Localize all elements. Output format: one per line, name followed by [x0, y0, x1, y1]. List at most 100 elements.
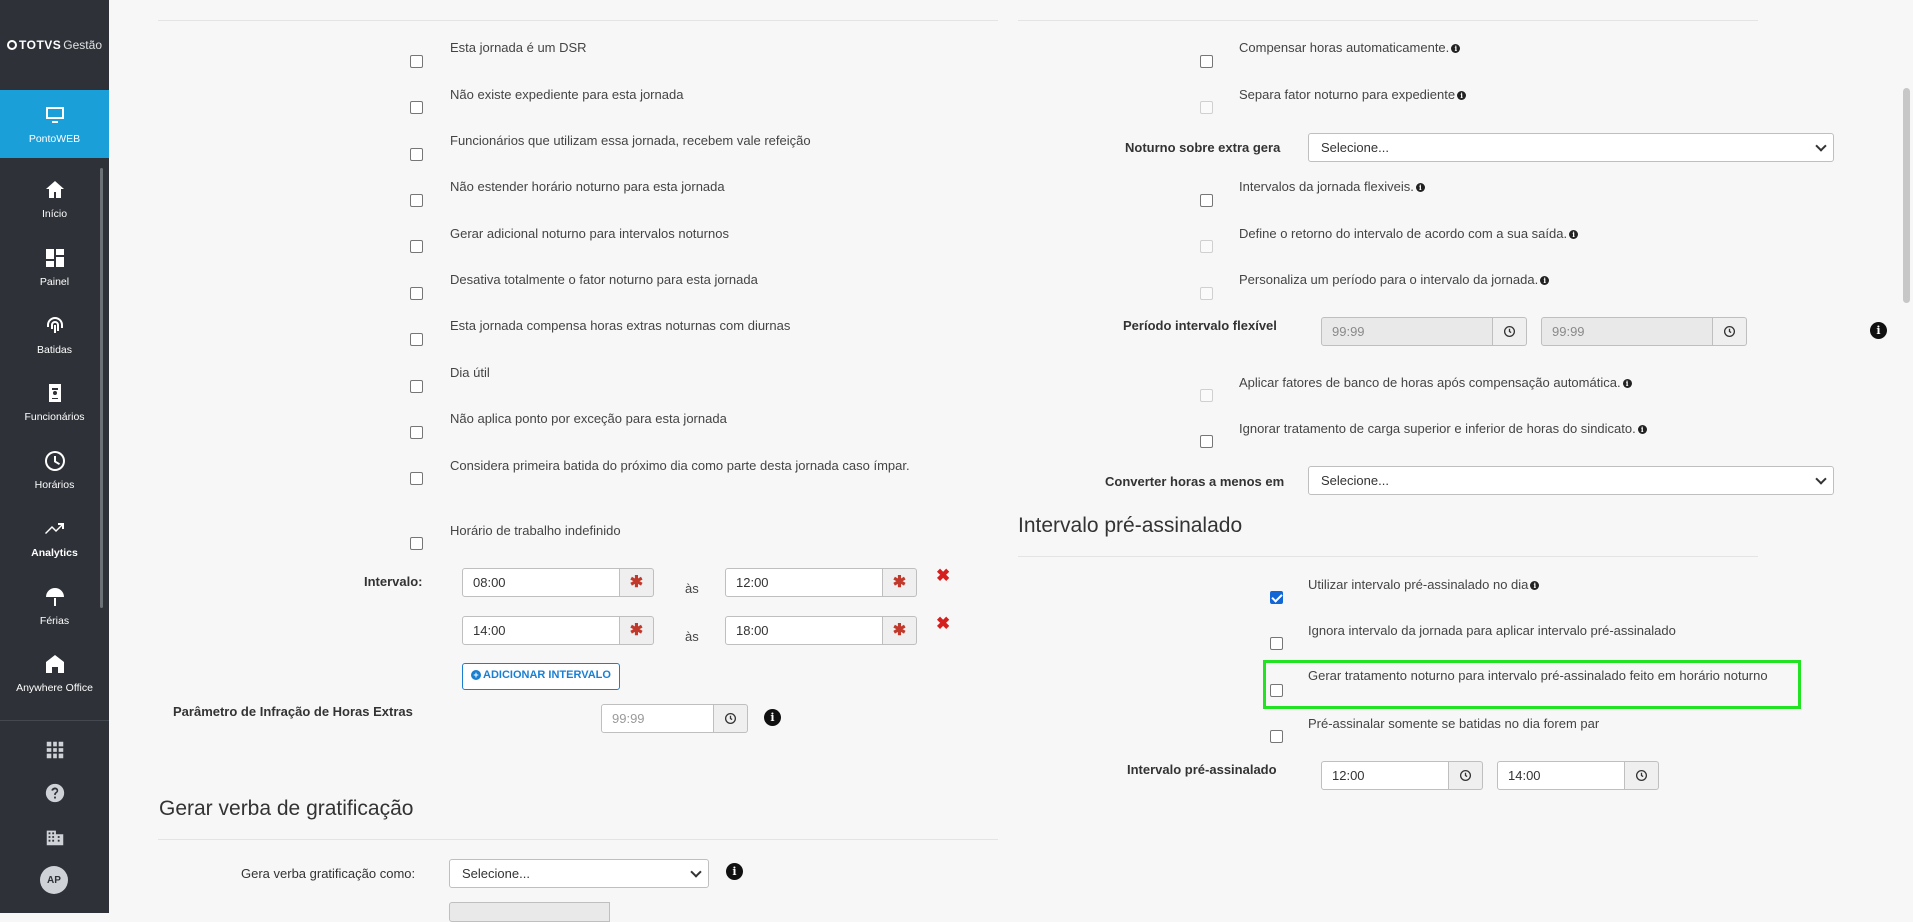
divider — [158, 20, 998, 21]
info-icon[interactable]: i — [1622, 379, 1632, 388]
checkbox-ponto-excecao[interactable] — [410, 426, 423, 439]
nav-batidas[interactable]: Batidas — [0, 314, 109, 356]
info-icon[interactable]: i — [764, 709, 781, 726]
clock-addon[interactable] — [1625, 761, 1659, 790]
label-intervalos-flexiveis: Intervalos da jornada flexiveis. i — [1239, 179, 1425, 194]
checkbox-ignora-intervalo[interactable] — [1270, 637, 1283, 650]
checkbox-gerar-tratamento-noturno[interactable] — [1270, 684, 1283, 697]
info-icon[interactable]: i — [1530, 581, 1540, 590]
label-compensa-extras: Esta jornada compensa horas extras notur… — [450, 318, 791, 333]
delete-interval-icon[interactable]: ✖ — [936, 566, 950, 586]
main-content: Esta jornada é um DSR Não existe expedie… — [109, 0, 1913, 922]
checkbox-horario-indefinido[interactable] — [410, 537, 423, 550]
clock-addon[interactable] — [714, 704, 748, 733]
label-gerar-tratamento-noturno: Gerar tratamento noturno para intervalo … — [1308, 668, 1768, 683]
nav-label: Início — [41, 208, 68, 220]
checkbox-ignorar-carga[interactable] — [1200, 435, 1213, 448]
gera-verba-select[interactable]: Selecione... — [449, 859, 709, 888]
clock-addon[interactable] — [1449, 761, 1483, 790]
checkbox-separa-fator[interactable] — [1200, 101, 1213, 114]
logo-ring-icon — [7, 40, 17, 50]
page-scrollbar[interactable] — [1903, 88, 1910, 303]
checkbox-intervalos-flexiveis[interactable] — [1200, 194, 1213, 207]
converter-select[interactable]: Selecione... — [1308, 466, 1834, 495]
label-vale-refeicao: Funcionários que utilizam essa jornada, … — [450, 133, 811, 148]
checkbox-compensar-horas[interactable] — [1200, 55, 1213, 68]
nav-horarios[interactable]: Horários — [0, 449, 109, 491]
intervalo-pre-start-input[interactable]: 12:00 — [1321, 761, 1449, 790]
label-sem-expediente: Não existe expediente para esta jornada — [450, 87, 684, 102]
sidebar: TOTVS Gestão PontoWEB Início Painel Bati… — [0, 0, 109, 913]
label-dia-util: Dia útil — [450, 365, 490, 380]
noturno-extra-select[interactable]: Selecione... — [1308, 133, 1834, 162]
clock-icon — [1723, 325, 1736, 338]
clock-icon — [724, 712, 737, 725]
checkbox-aplicar-fatores[interactable] — [1200, 389, 1213, 402]
user-avatar[interactable]: AP — [40, 866, 68, 894]
nav-inicio[interactable]: Início — [0, 178, 109, 220]
add-interval-button[interactable]: + ADICIONAR INTERVALO — [462, 663, 620, 690]
info-icon[interactable]: i — [1415, 183, 1425, 192]
required-icon: ✱ — [620, 616, 654, 645]
divider — [158, 839, 998, 840]
sidebar-scrollbar[interactable] — [100, 168, 103, 608]
converter-label: Converter horas a menos em — [1105, 474, 1285, 489]
help-icon[interactable] — [44, 782, 66, 804]
clock-icon — [1635, 769, 1648, 782]
info-icon[interactable]: i — [1540, 276, 1550, 285]
nav-painel[interactable]: Painel — [0, 246, 109, 288]
info-icon[interactable]: i — [1569, 230, 1579, 239]
gera-verba-label: Gera verba gratificação como: — [241, 866, 416, 881]
param-infracao-input[interactable]: 99:99 — [601, 704, 714, 733]
info-icon[interactable]: i — [1637, 425, 1647, 434]
nav-label: Batidas — [36, 344, 73, 356]
checkbox-vale-refeicao[interactable] — [410, 148, 423, 161]
checkbox-sem-expediente[interactable] — [410, 101, 423, 114]
label-desativa-fator: Desativa totalmente o fator noturno para… — [450, 272, 758, 287]
company-building-icon[interactable] — [44, 826, 66, 848]
checkbox-dia-util[interactable] — [410, 380, 423, 393]
nav-anywhere-office[interactable]: Anywhere Office — [0, 652, 109, 694]
info-icon[interactable]: i — [726, 863, 743, 880]
noturno-extra-label: Noturno sobre extra gera — [1125, 140, 1281, 155]
nav-pontoweb[interactable]: PontoWEB — [0, 90, 109, 158]
info-icon[interactable]: i — [1870, 322, 1887, 339]
nav-label: Funcionários — [24, 411, 85, 423]
nav-ferias[interactable]: Férias — [0, 585, 109, 627]
checkbox-adicional-noturno[interactable] — [410, 240, 423, 253]
checkbox-primeira-batida[interactable] — [410, 472, 423, 485]
interval-2-start-input[interactable]: 14:00 — [462, 616, 620, 645]
info-icon[interactable]: i — [1451, 44, 1461, 53]
delete-interval-icon[interactable]: ✖ — [936, 614, 950, 634]
apps-grid-icon[interactable] — [44, 739, 66, 761]
office-building-icon — [45, 655, 64, 673]
periodo-flex-label: Período intervalo flexível — [1123, 318, 1277, 333]
info-icon[interactable]: i — [1457, 91, 1467, 100]
checkbox-pre-assinalar-par[interactable] — [1270, 730, 1283, 743]
nav-analytics[interactable]: Analytics — [0, 517, 109, 559]
checkbox-personaliza-periodo[interactable] — [1200, 287, 1213, 300]
section-pre-assinalado-title: Intervalo pré-assinalado — [1018, 514, 1243, 537]
interval-2-end-input[interactable]: 18:00 — [725, 616, 883, 645]
checkbox-compensa-extras[interactable] — [410, 333, 423, 346]
section-gratificacao-title: Gerar verba de gratificação — [159, 797, 414, 820]
checkbox-nao-estender-noturno[interactable] — [410, 194, 423, 207]
checkbox-define-retorno[interactable] — [1200, 240, 1213, 253]
label-ignorar-carga: Ignorar tratamento de carga superior e i… — [1239, 421, 1647, 436]
checkbox-dsr[interactable] — [410, 55, 423, 68]
nav-funcionarios[interactable]: Funcionários — [0, 381, 109, 423]
intervalo-pre-end-input[interactable]: 14:00 — [1497, 761, 1625, 790]
home-icon — [45, 181, 64, 198]
periodo-flex-start-input[interactable]: 99:99 — [1321, 317, 1493, 346]
add-interval-label: ADICIONAR INTERVALO — [483, 669, 611, 681]
periodo-flex-end-input[interactable]: 99:99 — [1541, 317, 1713, 346]
clock-addon[interactable] — [1493, 317, 1527, 346]
interval-1-start-input[interactable]: 08:00 — [462, 568, 620, 597]
label-primeira-batida: Considera primeira batida do próximo dia… — [450, 458, 910, 473]
checkbox-desativa-fator[interactable] — [410, 287, 423, 300]
totvs-logo[interactable]: TOTVS Gestão — [0, 0, 109, 90]
interval-1-end-input[interactable]: 12:00 — [725, 568, 883, 597]
clock-addon[interactable] — [1713, 317, 1747, 346]
checkbox-utilizar-pre-assinalado[interactable] — [1270, 591, 1283, 604]
clock-icon — [44, 451, 65, 471]
